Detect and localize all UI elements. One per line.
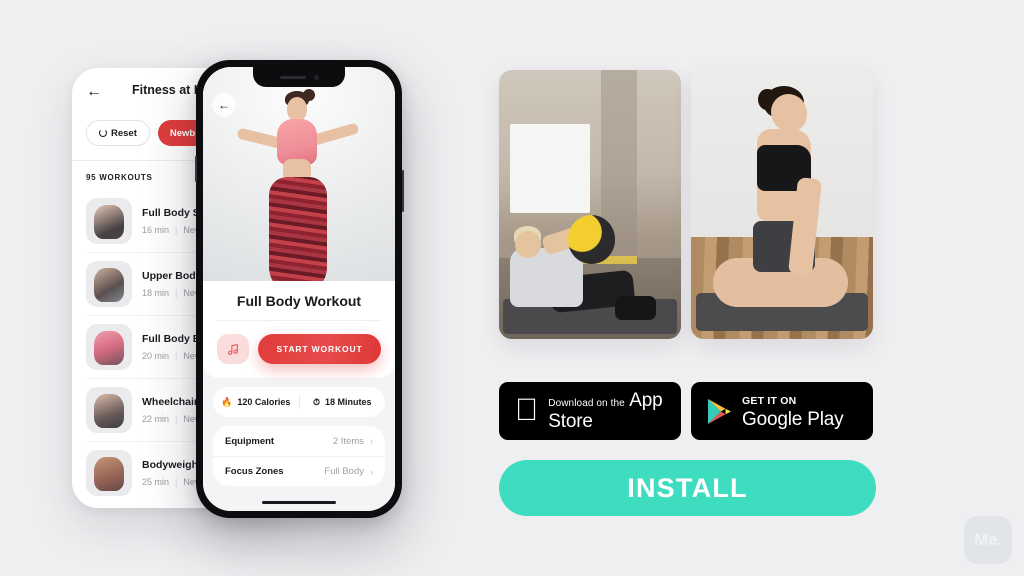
front-camera-icon [313,74,319,80]
google-play-icon [707,398,732,425]
phone-notch [253,67,345,87]
app-store-small-label: Download on the [525,397,624,409]
calories-label: 120 Calories [237,397,291,407]
figure-leggings [269,177,327,295]
workout-duration: 25 min [142,476,170,487]
person-head [771,94,808,132]
separator: | [175,476,178,487]
back-arrow-icon[interactable]: ← [86,84,102,100]
stat-calories: 🔥 120 Calories [213,397,299,408]
google-play-small-label: GET IT ON [742,395,797,408]
list-title: Fitness at H [132,83,203,97]
equipment-label: Equipment [225,435,275,447]
google-play-text: GET IT ON Google Play [742,391,857,430]
workout-primary-card: Full Body Workout START WORKOUT [203,281,395,378]
store-badge-row:  Download on the App Store GET IT ON Go… [499,382,873,440]
phone-screen: ← Full Body Workout START WORKOUT 🔥 120 … [203,67,395,511]
detail-row-equipment[interactable]: Equipment 2 Items › [213,426,385,456]
home-indicator[interactable] [262,500,336,504]
ad-creative-stage: ← Fitness at H Reset Newbie 95 WORKOUTS … [0,0,1024,576]
workout-title: Full Body Workout [217,293,381,321]
figure-head [287,97,307,121]
workout-thumbnail [86,324,132,370]
person-head [515,231,541,259]
stat-duration: ⏱ 18 Minutes [300,397,386,408]
reset-icon [99,129,107,137]
equipment-value-group: 2 Items › [333,436,373,447]
lotus-pose-yoga-photo [691,70,873,339]
workout-thumbnail [86,450,132,496]
medicine-ball [568,215,616,264]
detail-row-focus-zones[interactable]: Focus Zones Full Body › [213,456,385,486]
chevron-right-icon: › [370,436,373,446]
music-note-icon[interactable] [217,334,249,364]
workout-thumbnail [86,261,132,307]
figure-hair-bun [303,89,315,101]
focus-zones-label: Focus Zones [225,466,284,477]
equipment-value: 2 Items [332,435,364,447]
google-play-big-label: Google Play [742,409,844,431]
filter-chip-reset[interactable]: Reset [86,120,150,146]
focus-zones-value-group: Full Body › [324,466,373,477]
workout-thumbnail [86,198,132,244]
install-button[interactable]: INSTALL [499,460,876,516]
cta-row: START WORKOUT [215,334,383,364]
duration-label: 18 Minutes [325,397,372,407]
chevron-right-icon: › [370,466,373,477]
app-store-big-label: App Store [525,389,662,432]
watermark-logo: Me. [964,516,1012,564]
app-store-text: Download on the App Store [548,390,665,433]
google-play-badge[interactable]: GET IT ON Google Play [691,382,873,440]
filter-chip-reset-label: Reset [111,127,137,139]
focus-zones-value: Full Body [324,466,364,477]
workout-duration: 22 min [142,413,170,424]
stats-row: 🔥 120 Calories ⏱ 18 Minutes [213,387,385,417]
photo-gallery [499,70,873,339]
speaker-icon [279,75,306,79]
workout-duration: 20 min [142,350,170,361]
separator: | [175,287,178,298]
workout-thumbnail [86,387,132,433]
workout-stats-card: 🔥 120 Calories ⏱ 18 Minutes [213,387,385,417]
workout-hero-image: ← [203,67,395,299]
workout-duration: 16 min [142,224,170,235]
workout-detail-sheet: Full Body Workout START WORKOUT 🔥 120 Ca… [203,281,395,511]
phone-mockup: ← Full Body Workout START WORKOUT 🔥 120 … [194,60,404,518]
flame-icon: 🔥 [221,396,233,407]
workout-duration: 18 min [142,287,170,298]
separator: | [175,413,178,424]
medicine-ball-workout-photo [499,70,681,339]
back-arrow-icon[interactable]: ← [212,93,236,117]
apple-icon:  [515,394,538,425]
start-workout-button[interactable]: START WORKOUT [258,334,381,364]
figure-illustration [229,89,369,299]
whiteboard [509,123,590,213]
person-shoes [615,295,656,321]
stopwatch-icon: ⏱ [312,396,320,407]
separator: | [175,224,178,235]
workout-details-card: Equipment 2 Items › Focus Zones Full Bod… [213,426,385,486]
separator: | [175,350,178,361]
app-store-badge[interactable]:  Download on the App Store [499,382,681,440]
